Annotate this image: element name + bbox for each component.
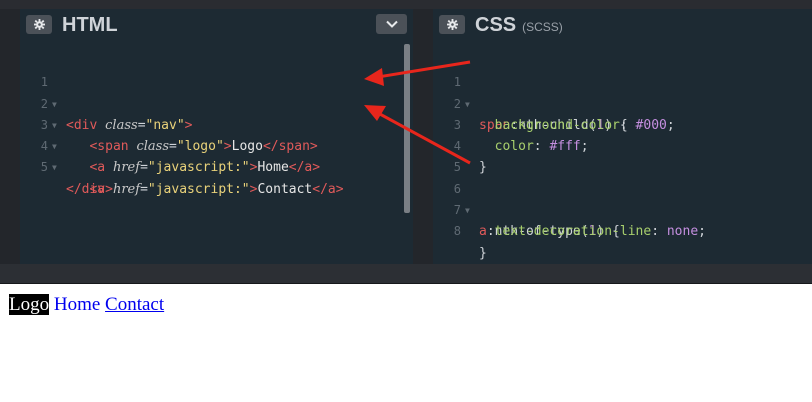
css-panel-subtitle: (SCSS) (522, 20, 563, 34)
preview-contact-link[interactable]: Contact (105, 294, 164, 315)
preview-pane: Logo Home Contact (0, 284, 812, 402)
code-line: 8 } (433, 200, 812, 260)
line-number: 5 (40, 160, 48, 175)
html-code[interactable]: 1 ▼ <div class="nav"> 2 ▼ <span class="l… (20, 51, 413, 197)
html-settings-button[interactable] (26, 15, 52, 34)
resize-bar[interactable] (0, 264, 812, 284)
html-collapse-button[interactable] (376, 14, 407, 34)
css-panel-header: CSS (SCSS) (433, 9, 812, 40)
html-scrollbar[interactable] (404, 44, 410, 213)
html-panel: HTML 1 ▼ <div class="nav"> 2 ▼ <span cla… (20, 9, 413, 264)
preview-nav: Logo Home Contact (9, 294, 164, 316)
code-line: 6 ▼ a:nth-of-type(1) { (433, 157, 812, 240)
code-line: 2 background-color: #000; (433, 72, 812, 133)
gear-icon (446, 19, 458, 30)
code-line: 1 ▼ span:nth-child(1) { (433, 51, 812, 133)
code-line: 5 (433, 136, 812, 174)
chevron-down-icon (385, 20, 398, 28)
code-line: 7 text-decoration-line: none; (433, 179, 812, 239)
css-panel-title: CSS (SCSS) (475, 14, 563, 36)
code-line: 4 ▼ <a href="javascript:">Contact</a> (20, 115, 413, 197)
preview-logo: Logo (9, 294, 50, 315)
html-panel-title: HTML (62, 14, 118, 36)
left-gutter (0, 9, 20, 264)
panel-divider[interactable] (413, 9, 433, 264)
top-strip (0, 0, 812, 9)
html-panel-header: HTML (20, 9, 413, 40)
css-panel: CSS (SCSS) 1 ▼ span:nth-child(1) { 2 back… (433, 9, 812, 264)
preview-home-link[interactable]: Home (54, 294, 100, 315)
code-line: 4 } (433, 115, 812, 175)
css-code[interactable]: 1 ▼ span:nth-child(1) { 2 background-col… (433, 51, 812, 260)
code-line: 2 ▼ <span class="logo">Logo</span> (20, 72, 413, 155)
gear-icon (33, 19, 45, 30)
css-settings-button[interactable] (439, 15, 465, 34)
line-number: 8 (453, 224, 461, 239)
code-line: 1 ▼ <div class="nav"> (20, 51, 413, 133)
code-line: 3 color: #fff; (433, 94, 812, 154)
code-line: 5 </div> (20, 136, 413, 196)
editor-area: HTML 1 ▼ <div class="nav"> 2 ▼ <span cla… (0, 0, 812, 284)
code-line: 3 ▼ <a href="javascript:">Home</a> (20, 94, 413, 176)
